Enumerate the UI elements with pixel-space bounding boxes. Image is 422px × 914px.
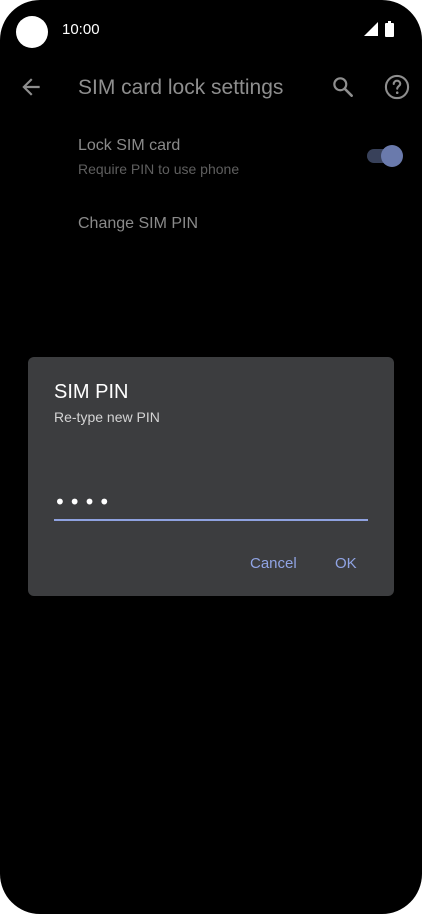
- status-time: 10:00: [62, 21, 100, 38]
- battery-icon: [385, 21, 394, 37]
- ok-button[interactable]: OK: [325, 545, 367, 581]
- help-icon[interactable]: [383, 73, 411, 101]
- search-icon[interactable]: [330, 74, 356, 100]
- lock-sim-card-summary: Require PIN to use phone: [78, 161, 240, 177]
- app-bar: SIM card lock settings: [0, 60, 422, 116]
- back-arrow-icon[interactable]: [18, 74, 44, 100]
- lock-sim-card-setting[interactable]: Lock SIM card Require PIN to use phone: [0, 128, 422, 188]
- page-title: SIM card lock settings: [78, 76, 284, 99]
- pin-input[interactable]: [54, 485, 368, 521]
- lock-sim-card-title: Lock SIM card: [78, 137, 181, 154]
- cancel-button[interactable]: Cancel: [240, 545, 307, 581]
- change-sim-pin-setting[interactable]: Change SIM PIN: [0, 204, 422, 244]
- change-sim-pin-title: Change SIM PIN: [78, 215, 199, 232]
- camera-cutout: [16, 16, 48, 48]
- toggle-thumb: [381, 145, 403, 167]
- signal-icon: [364, 22, 378, 36]
- dialog-message: Re-type new PIN: [54, 409, 160, 425]
- phone-screen: 10:00 SIM card lock settings Lock SIM ca…: [0, 0, 422, 914]
- lock-sim-card-toggle[interactable]: [365, 144, 403, 168]
- status-bar: 10:00: [0, 0, 422, 60]
- sim-pin-dialog: SIM PIN Re-type new PIN Cancel OK: [28, 357, 394, 596]
- dialog-title: SIM PIN: [54, 381, 129, 403]
